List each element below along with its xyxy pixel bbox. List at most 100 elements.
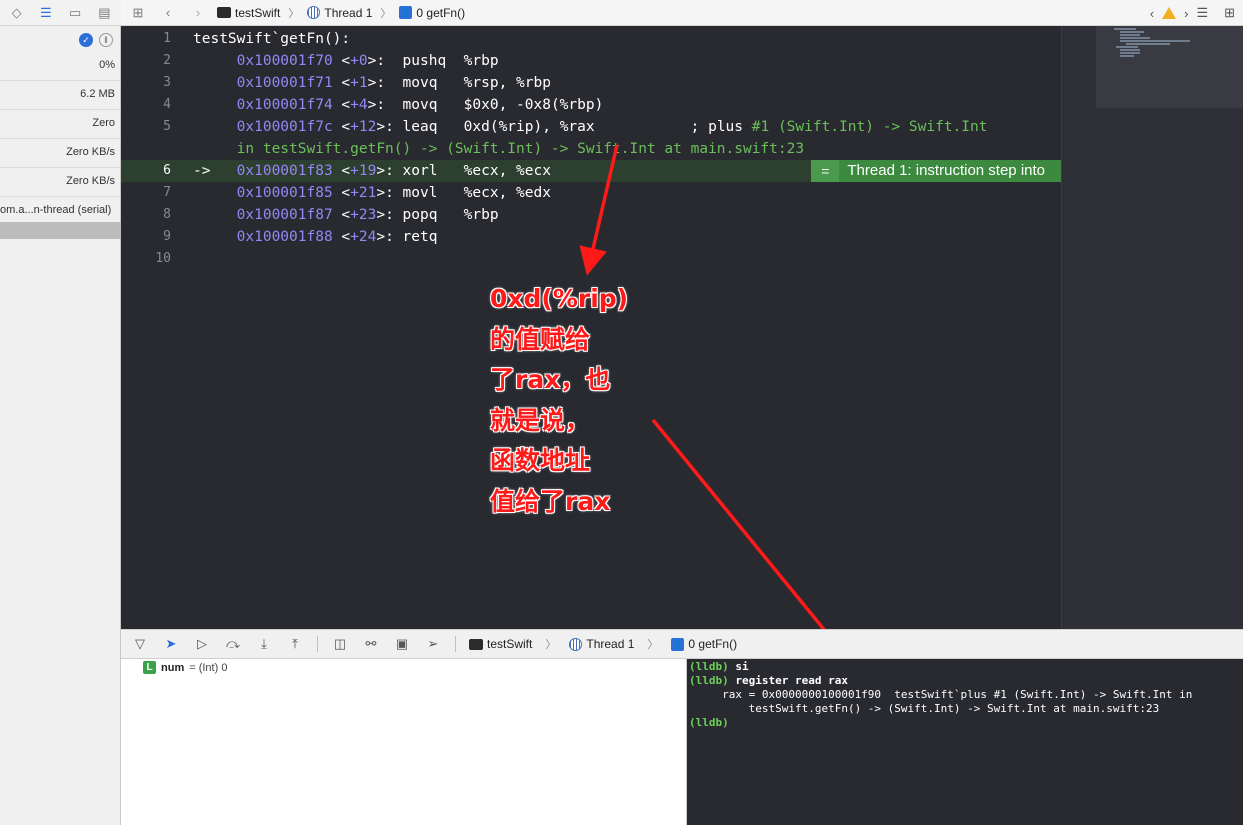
- current-instruction-line[interactable]: 6 -> 0x100001f83 <+19>: xorl %ecx, %ecx = T…: [121, 160, 1061, 182]
- code-line[interactable]: 8 0x100001f87 <+23>: popq %rbp: [121, 204, 1061, 226]
- next-issue-icon[interactable]: ›: [1184, 6, 1188, 21]
- selected-frame-row[interactable]: [0, 222, 121, 239]
- simulate-location-icon[interactable]: ➢: [424, 635, 442, 653]
- hide-debug-area-icon[interactable]: ▽: [131, 635, 149, 653]
- breakpoint-navigator-icon[interactable]: ◇: [6, 3, 28, 23]
- step-over-icon[interactable]: ⤼: [224, 635, 242, 653]
- instruction-address: 0x100001f87: [236, 207, 333, 223]
- debug-bar-thread[interactable]: Thread 1: [569, 637, 634, 651]
- code-line[interactable]: in testSwift.getFn() -> (Swift.Int) -> S…: [121, 138, 1061, 160]
- minimap-line: [1120, 34, 1140, 36]
- code-text: 0x100001f88 <+24>: retq: [193, 226, 438, 248]
- chevron-right-icon: 〉: [380, 7, 392, 20]
- line-number[interactable]: 7: [121, 182, 171, 204]
- lldb-output: rax = 0x0000000100001f90 testSwift`plus …: [689, 688, 1193, 701]
- variable-row[interactable]: L num = (Int) 0: [143, 661, 227, 674]
- console-line: testSwift.getFn() -> (Swift.Int) -> Swif…: [689, 702, 1241, 716]
- debug-navigator: ◇ ☰ ▭ ▤ ✓ ‖ 0% 6.2 MB Zero Zero KB/s Zer…: [0, 0, 121, 825]
- previous-issue-icon[interactable]: ‹: [1150, 6, 1154, 21]
- instruction-text: : retq: [385, 229, 438, 245]
- instruction-text: : movq %rsp, %rbp: [376, 75, 551, 91]
- instruction-address: 0x100001f83: [236, 163, 333, 179]
- editor-options-icon[interactable]: ☰: [1196, 5, 1208, 21]
- back-icon[interactable]: ‹: [157, 3, 179, 23]
- breakpoints-toggle-icon[interactable]: ➤: [162, 635, 180, 653]
- step-into-icon[interactable]: ⤓: [255, 635, 273, 653]
- cpu-value: 0%: [99, 59, 115, 71]
- code-line[interactable]: 10: [121, 248, 1061, 270]
- process-view-toggle-icon[interactable]: ✓: [79, 33, 93, 47]
- instruction-text: : popq %rbp: [385, 207, 499, 223]
- add-editor-icon[interactable]: ⊞: [1224, 5, 1235, 21]
- code-line[interactable]: 7 0x100001f85 <+21>: movl %ecx, %edx: [121, 182, 1061, 204]
- continue-icon[interactable]: ▷: [193, 635, 211, 653]
- view-debugger-icon[interactable]: ◫: [331, 635, 349, 653]
- minimap-line: [1120, 52, 1140, 54]
- line-number[interactable]: 10: [121, 248, 171, 270]
- instruction-address: 0x100001f7c: [236, 119, 333, 135]
- minimap-line: [1116, 46, 1138, 48]
- jump-bar-thread[interactable]: Thread 1: [307, 6, 372, 20]
- terminal-icon: [469, 638, 483, 650]
- cpu-gauge[interactable]: 0%: [0, 52, 121, 81]
- minimap[interactable]: [1061, 26, 1243, 629]
- thread-status-text: Thread 1: instruction step into: [847, 162, 1045, 179]
- forward-icon[interactable]: ›: [187, 3, 209, 23]
- instruction-text: : pushq %rbp: [376, 53, 499, 69]
- debug-navigator-icon[interactable]: ☰: [35, 3, 57, 23]
- memory-gauge[interactable]: 6.2 MB: [0, 81, 121, 110]
- line-number[interactable]: 6: [121, 160, 171, 182]
- line-number[interactable]: 4: [121, 94, 171, 116]
- memory-graph-icon[interactable]: ⚯: [362, 635, 380, 653]
- energy-gauge[interactable]: Zero: [0, 110, 121, 139]
- thread-queue-label: om.a...n-thread (serial): [0, 204, 112, 216]
- lldb-console[interactable]: (lldb) si (lldb) register read rax rax = …: [687, 659, 1243, 825]
- instruction-offset: +0: [350, 53, 368, 69]
- debug-bar-project[interactable]: testSwift: [469, 637, 532, 651]
- jump-bar-project[interactable]: testSwift: [217, 6, 280, 20]
- line-number[interactable]: 9: [121, 226, 171, 248]
- jump-bar-right-controls: ‹ › ☰ ⊞: [1150, 0, 1235, 26]
- chevron-right-icon: 〉: [647, 639, 659, 651]
- debug-bar: ▽ ➤ ▷ ⤼ ⤓ ⤒ ◫ ⚯ ▣ ➢ testSwift 〉 Thread 1…: [121, 629, 1243, 659]
- code-text: 0x100001f74 <+4>: movq $0x0, -0x8(%rbp): [193, 94, 604, 116]
- line-number[interactable]: 5: [121, 116, 171, 138]
- instruction-address: 0x100001f85: [236, 185, 333, 201]
- instruction-text: : xorl %ecx, %ecx: [385, 163, 551, 179]
- jump-bar-frame[interactable]: 👤 0 getFn(): [399, 6, 465, 20]
- code-text: 0x100001f87 <+23>: popq %rbp: [193, 204, 499, 226]
- code-line[interactable]: 3 0x100001f71 <+1>: movq %rsp, %rbp: [121, 72, 1061, 94]
- code-line[interactable]: 1 testSwift`getFn():: [121, 28, 1061, 50]
- thread-queue-row[interactable]: om.a...n-thread (serial): [0, 198, 121, 222]
- minimap-line: [1120, 31, 1144, 33]
- step-out-icon[interactable]: ⤒: [286, 635, 304, 653]
- gauge-controls: ✓ ‖: [0, 28, 121, 52]
- line-number[interactable]: 1: [121, 28, 171, 50]
- code-line[interactable]: 9 0x100001f88 <+24>: retq: [121, 226, 1061, 248]
- code-line[interactable]: 2 0x100001f70 <+0>: pushq %rbp: [121, 50, 1061, 72]
- report-navigator-icon[interactable]: ▤: [93, 3, 115, 23]
- divider: [455, 636, 456, 652]
- debug-bar-frame[interactable]: 👤 0 getFn(): [671, 637, 737, 651]
- line-number[interactable]: 2: [121, 50, 171, 72]
- minimap-viewport[interactable]: [1096, 26, 1243, 108]
- minimap-line: [1120, 37, 1150, 39]
- code-line[interactable]: 5 0x100001f7c <+12>: leaq 0xd(%rip), %ra…: [121, 116, 1061, 138]
- disk-gauge[interactable]: Zero KB/s: [0, 139, 121, 168]
- minimap-line: [1120, 40, 1190, 42]
- disk-value: Zero KB/s: [66, 146, 115, 158]
- thread-filter-icon[interactable]: ‖: [99, 33, 113, 47]
- tag-navigator-icon[interactable]: ▭: [64, 3, 86, 23]
- lldb-prompt: (lldb): [689, 716, 729, 729]
- network-gauge[interactable]: Zero KB/s: [0, 168, 121, 197]
- line-number[interactable]: 3: [121, 72, 171, 94]
- warning-icon[interactable]: [1162, 7, 1177, 19]
- related-items-icon[interactable]: ⊞: [127, 3, 149, 23]
- thread-status-badge[interactable]: = Thread 1: instruction step into: [811, 160, 1061, 182]
- line-number[interactable]: 8: [121, 204, 171, 226]
- instruction-offset: +21: [350, 185, 377, 201]
- environment-overrides-icon[interactable]: ▣: [393, 635, 411, 653]
- lldb-output: testSwift.getFn() -> (Swift.Int) -> Swif…: [689, 702, 1160, 715]
- code-line[interactable]: 4 0x100001f74 <+4>: movq $0x0, -0x8(%rbp…: [121, 94, 1061, 116]
